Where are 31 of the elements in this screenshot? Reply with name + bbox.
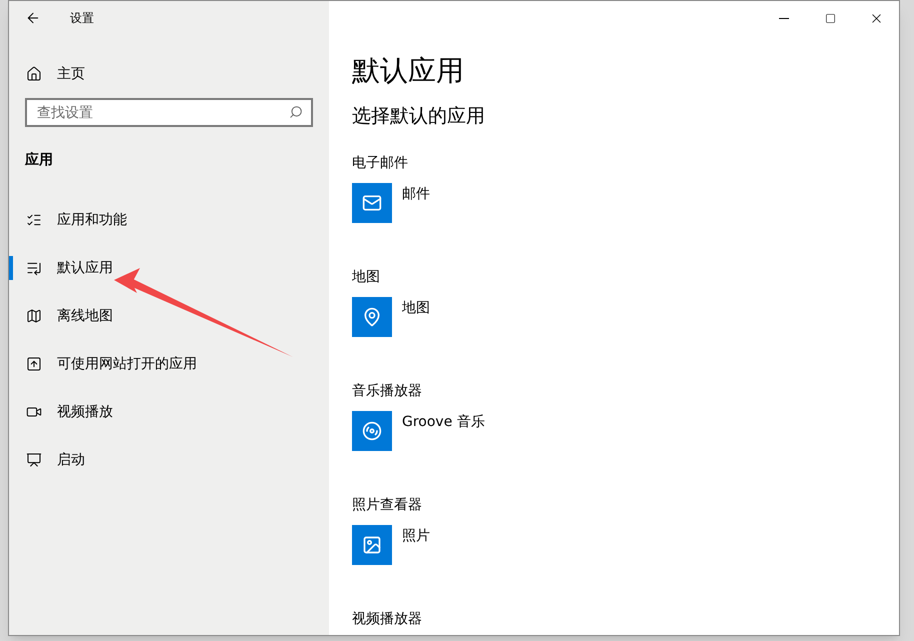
nav-item[interactable]: 视频播放 (9, 400, 329, 424)
section-heading: 应用 (25, 150, 54, 170)
category-label: 音乐播放器 (352, 382, 423, 401)
map-icon (26, 308, 42, 324)
default-app-button[interactable]: 地图 (352, 297, 899, 337)
page-title: 默认应用 (352, 53, 465, 89)
home-nav-item[interactable]: 主页 (9, 59, 329, 89)
nav-item[interactable]: 启动 (9, 448, 329, 472)
nav-item[interactable]: 离线地图 (9, 304, 329, 328)
disc-icon (362, 421, 382, 441)
category-label: 照片查看器 (352, 496, 423, 515)
default-app-button[interactable]: 邮件 (352, 183, 899, 223)
nav-item[interactable]: 可使用网站打开的应用 (9, 352, 329, 376)
window-title: 设置 (70, 10, 94, 27)
back-button[interactable] (25, 10, 41, 26)
home-icon (26, 66, 42, 82)
category-label: 电子邮件 (352, 154, 409, 173)
search-icon[interactable] (289, 105, 303, 119)
category-label: 地图 (352, 268, 381, 287)
nav-item[interactable]: 应用和功能 (9, 208, 329, 232)
page-subtitle: 选择默认的应用 (352, 104, 486, 129)
envelope-icon (362, 193, 382, 213)
default-app-button[interactable]: 照片 (352, 525, 899, 565)
list-icon (26, 212, 42, 228)
maximize-icon (824, 12, 836, 24)
list-icon (26, 260, 42, 276)
map-pin-icon (362, 307, 382, 327)
search-field[interactable]: 查找设置 (25, 98, 313, 127)
picture-icon (362, 535, 382, 555)
category-label: 视频播放器 (352, 610, 423, 629)
default-app-button[interactable]: Groove 音乐 (352, 411, 899, 451)
